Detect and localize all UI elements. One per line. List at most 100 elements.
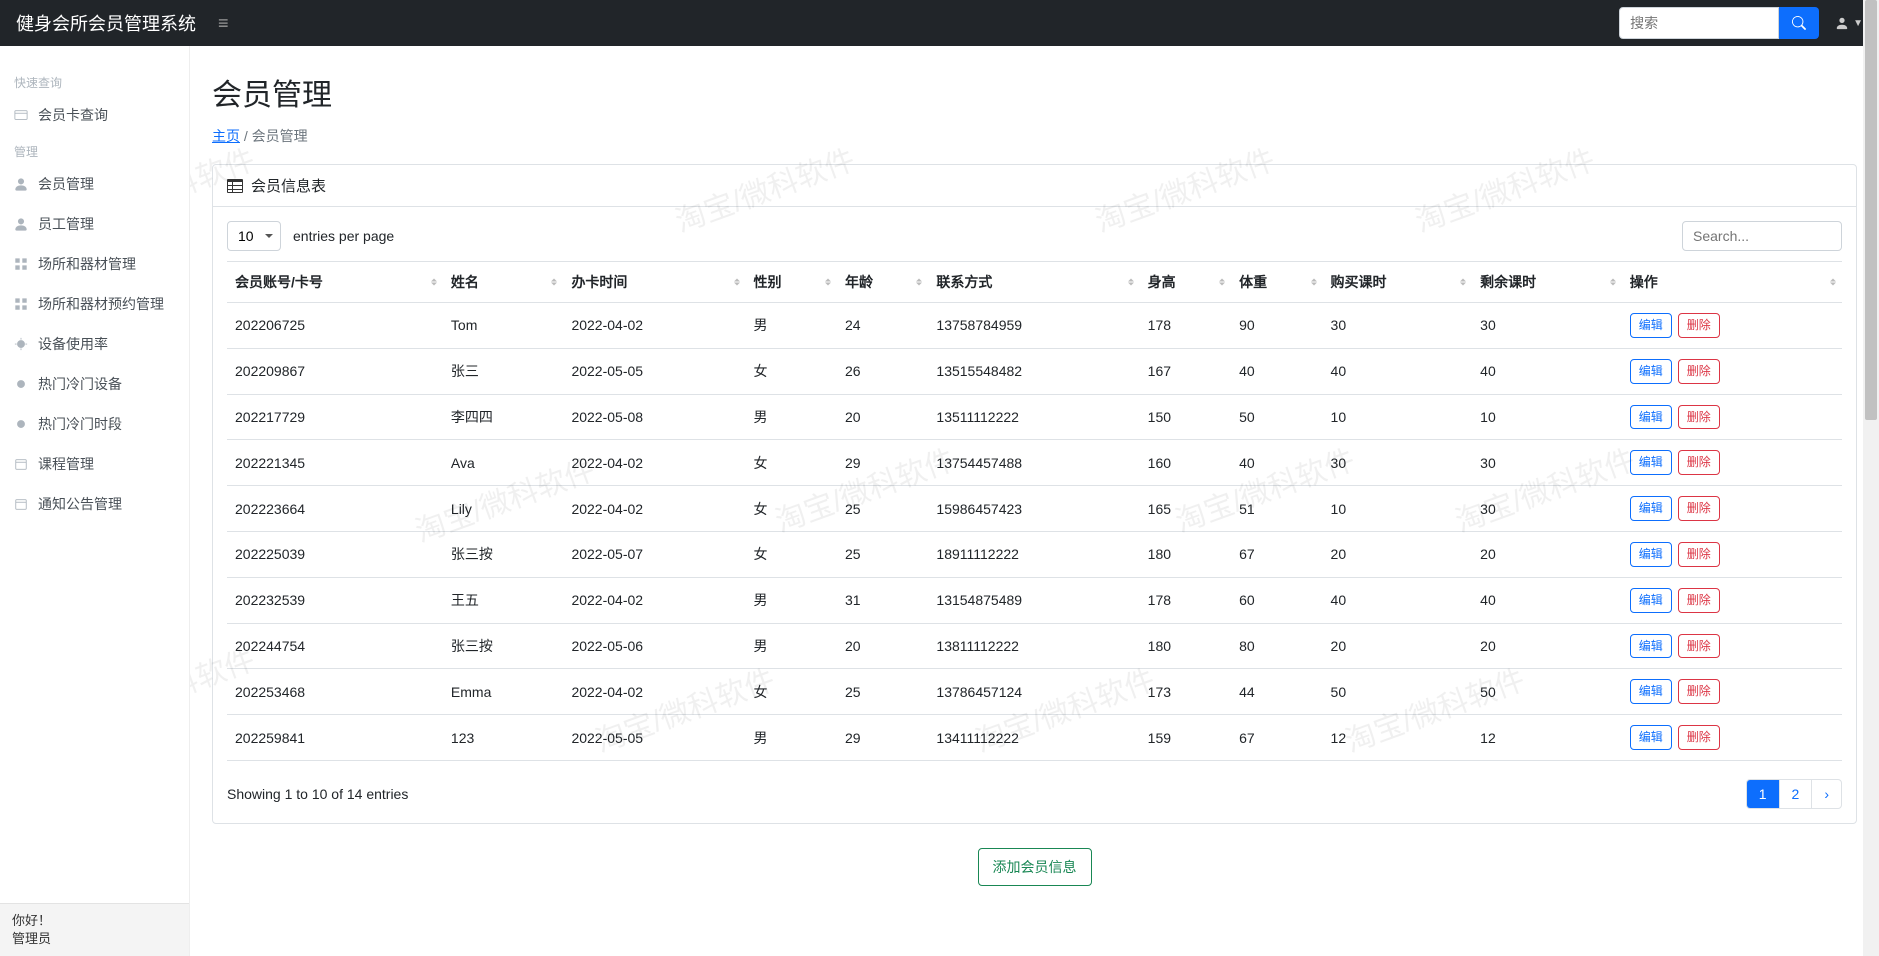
edit-button[interactable]: 编辑 (1630, 679, 1672, 704)
edit-button[interactable]: 编辑 (1630, 313, 1672, 338)
nav-icon (14, 417, 28, 431)
sidebar-item-1[interactable]: 员工管理 (0, 204, 189, 244)
delete-button[interactable]: 删除 (1678, 542, 1720, 567)
sidebar-item-5[interactable]: 热门冷门设备 (0, 364, 189, 404)
delete-button[interactable]: 删除 (1678, 359, 1720, 384)
topbar: 健身会所会员管理系统 ≡ ▼ (0, 0, 1879, 46)
sidebar-item-label: 设备使用率 (38, 334, 108, 354)
sort-icon (1460, 276, 1466, 289)
delete-button[interactable]: 删除 (1678, 496, 1720, 521)
col-header-2[interactable]: 办卡时间 (563, 262, 745, 303)
sort-icon (1219, 276, 1225, 289)
col-header-1[interactable]: 姓名 (443, 262, 564, 303)
sidebar-item-7[interactable]: 课程管理 (0, 444, 189, 484)
page-1[interactable]: 1 (1747, 780, 1779, 808)
delete-button[interactable]: 删除 (1678, 405, 1720, 430)
delete-button[interactable]: 删除 (1678, 450, 1720, 475)
sort-icon (916, 276, 922, 289)
entries-label: entries per page (293, 228, 394, 244)
vertical-scrollbar[interactable] (1863, 0, 1879, 956)
sidebar-item-label: 场所和器材管理 (38, 254, 136, 274)
table-row: 202223664 Lily 2022-04-02 女 25 159864574… (227, 486, 1842, 532)
table-row: 202209867 张三 2022-05-05 女 26 13515548482… (227, 348, 1842, 394)
col-header-7[interactable]: 体重 (1231, 262, 1322, 303)
sidebar-item-8[interactable]: 通知公告管理 (0, 484, 189, 524)
delete-button[interactable]: 删除 (1678, 634, 1720, 659)
table-row: 202259841 123 2022-05-05 男 29 1341111222… (227, 715, 1842, 761)
sidebar-item-label: 场所和器材预约管理 (38, 294, 164, 314)
nav-icon (14, 297, 28, 311)
sidebar-item-label: 会员管理 (38, 174, 94, 194)
members-table: 会员账号/卡号姓名办卡时间性别年龄联系方式身高体重购买课时剩余课时操作 2022… (227, 261, 1842, 761)
main-content: 淘宝/微科软件淘宝/微科软件淘宝/微科软件淘宝/微科软件淘宝/微科软件淘宝/微科… (190, 46, 1879, 956)
edit-button[interactable]: 编辑 (1630, 725, 1672, 750)
card-title: 会员信息表 (251, 175, 326, 196)
nav-icon (14, 177, 28, 191)
sidebar-footer: 你好！ 管理员 (0, 903, 189, 956)
sort-icon (431, 276, 437, 289)
brand-title: 健身会所会员管理系统 (16, 10, 196, 36)
col-header-4[interactable]: 年龄 (837, 262, 928, 303)
menu-toggle-icon[interactable]: ≡ (212, 13, 235, 34)
sidebar-item-label: 通知公告管理 (38, 494, 122, 514)
edit-button[interactable]: 编辑 (1630, 359, 1672, 384)
delete-button[interactable]: 删除 (1678, 679, 1720, 704)
table-row: 202253468 Emma 2022-04-02 女 25 137864571… (227, 669, 1842, 715)
edit-button[interactable]: 编辑 (1630, 405, 1672, 430)
col-header-3[interactable]: 性别 (746, 262, 837, 303)
sort-icon (551, 276, 557, 289)
nav-icon (14, 257, 28, 271)
sort-icon (1610, 276, 1616, 289)
user-icon (1835, 16, 1849, 30)
table-row: 202217729 李四四 2022-05-08 男 20 1351111222… (227, 394, 1842, 440)
col-header-5[interactable]: 联系方式 (928, 262, 1139, 303)
sidebar-item-3[interactable]: 场所和器材预约管理 (0, 284, 189, 324)
global-search-input[interactable] (1619, 7, 1779, 39)
sidebar-section-quick: 快速查询 (0, 66, 189, 95)
col-header-10[interactable]: 操作 (1622, 262, 1842, 303)
sidebar-item-4[interactable]: 设备使用率 (0, 324, 189, 364)
sidebar-item-label: 员工管理 (38, 214, 94, 234)
col-header-6[interactable]: 身高 (1140, 262, 1231, 303)
nav-icon (14, 217, 28, 231)
page-›[interactable]: › (1811, 780, 1841, 808)
sort-icon (1128, 276, 1134, 289)
sidebar-item-card-query[interactable]: 会员卡查询 (0, 95, 189, 135)
table-row: 202232539 王五 2022-04-02 男 31 13154875489… (227, 577, 1842, 623)
delete-button[interactable]: 删除 (1678, 313, 1720, 338)
sidebar-item-2[interactable]: 场所和器材管理 (0, 244, 189, 284)
edit-button[interactable]: 编辑 (1630, 588, 1672, 613)
col-header-0[interactable]: 会员账号/卡号 (227, 262, 443, 303)
search-icon (1792, 16, 1806, 30)
edit-button[interactable]: 编辑 (1630, 542, 1672, 567)
sidebar-item-label: 会员卡查询 (38, 105, 108, 125)
add-member-button[interactable]: 添加会员信息 (978, 848, 1092, 886)
nav-icon (14, 497, 28, 511)
edit-button[interactable]: 编辑 (1630, 450, 1672, 475)
col-header-9[interactable]: 剩余课时 (1472, 262, 1622, 303)
nav-icon (14, 457, 28, 471)
col-header-8[interactable]: 购买课时 (1323, 262, 1473, 303)
sidebar-item-label: 课程管理 (38, 454, 94, 474)
sidebar: 快速查询 会员卡查询 管理 会员管理 员工管理 场所和器材管理 场所和器材预约管… (0, 46, 190, 956)
edit-button[interactable]: 编辑 (1630, 496, 1672, 521)
sidebar-section-manage: 管理 (0, 135, 189, 164)
page-2[interactable]: 2 (1779, 780, 1812, 808)
sidebar-item-6[interactable]: 热门冷门时段 (0, 404, 189, 444)
card-icon (14, 108, 28, 122)
role-text: 管理员 (12, 930, 177, 948)
edit-button[interactable]: 编辑 (1630, 634, 1672, 659)
members-card: 会员信息表 10 entries per page 会员账号/卡号姓名办卡时间性 (212, 164, 1857, 824)
breadcrumb-home[interactable]: 主页 (212, 128, 240, 144)
table-icon (227, 178, 243, 194)
delete-button[interactable]: 删除 (1678, 588, 1720, 613)
nav-icon (14, 337, 28, 351)
page-size-select[interactable]: 10 (227, 221, 281, 251)
global-search-button[interactable] (1779, 7, 1819, 39)
user-menu[interactable]: ▼ (1835, 16, 1863, 30)
showing-text: Showing 1 to 10 of 14 entries (227, 786, 408, 802)
sidebar-item-0[interactable]: 会员管理 (0, 164, 189, 204)
table-search-input[interactable] (1682, 221, 1842, 251)
delete-button[interactable]: 删除 (1678, 725, 1720, 750)
table-row: 202225039 张三按 2022-05-07 女 25 1891111222… (227, 531, 1842, 577)
